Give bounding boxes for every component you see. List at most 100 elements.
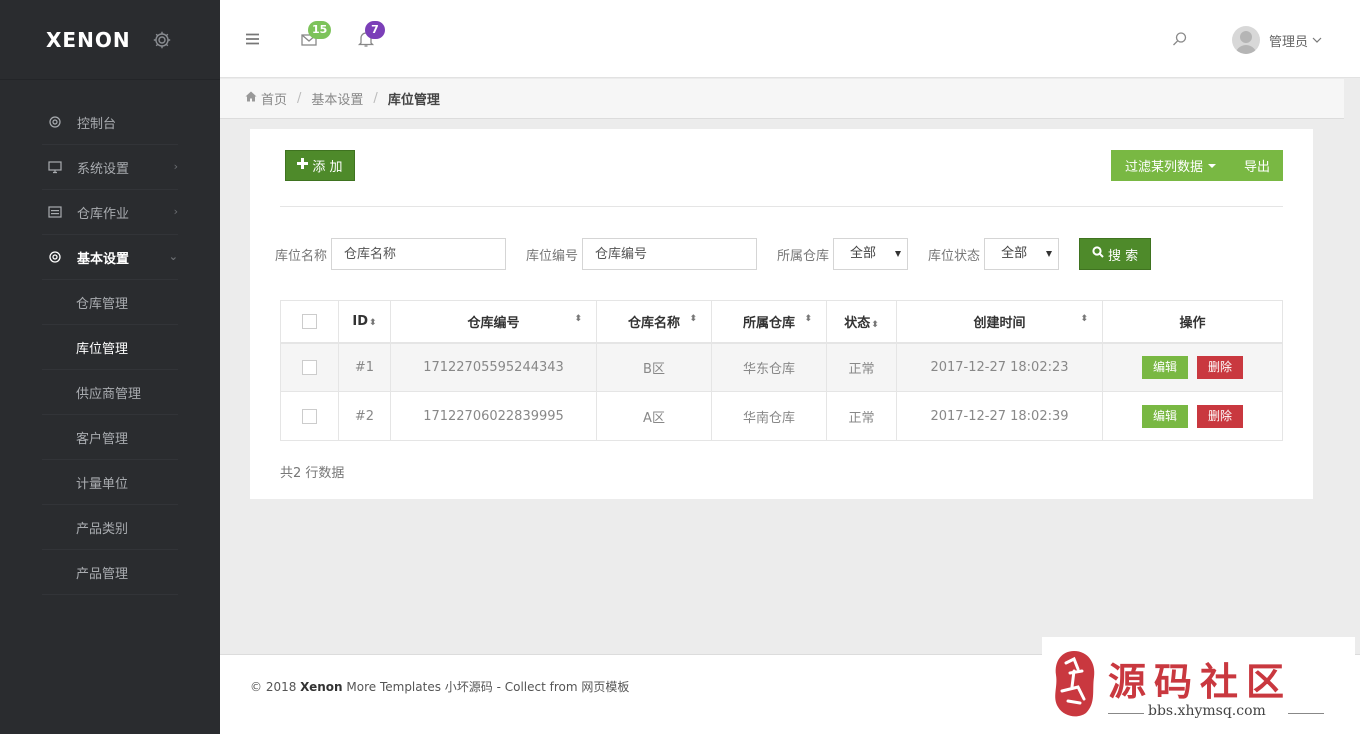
gear-icon bbox=[47, 114, 63, 130]
column-header-id[interactable]: ID⬍ bbox=[338, 300, 391, 344]
column-header-label: 创建时间 bbox=[973, 315, 1026, 331]
cell-name: B区 bbox=[596, 342, 712, 392]
filter-columns-button[interactable]: 过滤某列数据 bbox=[1111, 150, 1230, 181]
sidebar-subitem-label: 产品类别 bbox=[76, 521, 129, 537]
warehouse-label: 所属仓库 bbox=[777, 248, 830, 264]
user-menu[interactable]: 管理员 bbox=[1231, 26, 1322, 54]
column-header-warehouse[interactable]: 所属仓库 ⬍ bbox=[711, 300, 827, 344]
watermark-rule bbox=[1108, 713, 1144, 714]
cell-created: 2017-12-27 18:02:23 bbox=[896, 342, 1103, 392]
sort-icon: ⬍ bbox=[689, 314, 697, 324]
add-button[interactable]: 添 加 bbox=[285, 150, 355, 181]
cell-id: #2 bbox=[338, 391, 391, 441]
sidebar-item-warehouse-ops[interactable]: 仓库作业 › bbox=[42, 190, 178, 235]
warehouse-icon bbox=[47, 204, 63, 220]
breadcrumb-home[interactable]: 首页 bbox=[261, 89, 287, 108]
sidebar-subitem-label: 库位管理 bbox=[76, 341, 129, 357]
table-row: #1 17122705595244343 B区 华东仓库 正常 2017-12-… bbox=[280, 342, 1283, 392]
footer-brand[interactable]: Xenon bbox=[300, 680, 342, 694]
delete-button[interactable]: 删除 bbox=[1197, 355, 1243, 379]
column-header-created[interactable]: 创建时间 ⬍ bbox=[896, 300, 1103, 344]
export-button[interactable]: 导出 bbox=[1230, 150, 1283, 181]
cell-warehouse: 华南仓库 bbox=[711, 391, 827, 441]
breadcrumb-separator: / bbox=[373, 91, 378, 106]
sort-icon: ⬍ bbox=[369, 317, 377, 328]
sidebar-subitem-units[interactable]: 计量单位 bbox=[42, 460, 178, 505]
breadcrumb-parent[interactable]: 基本设置 bbox=[311, 89, 363, 108]
sort-icon: ⬍ bbox=[574, 314, 582, 324]
add-button-label: 添 加 bbox=[312, 160, 343, 175]
sidebar-subitem-location-mgmt[interactable]: 库位管理 bbox=[42, 325, 178, 370]
breadcrumb-current: 库位管理 bbox=[387, 93, 440, 108]
sidebar-subitem-product-mgmt[interactable]: 产品管理 bbox=[42, 550, 178, 595]
sidebar-item-label: 控制台 bbox=[77, 116, 117, 132]
sidebar-nav: 控制台 系统设置 › 仓库作业 › 基本设置 ⌄ 仓库管理 库位管理 供应商管理… bbox=[0, 80, 220, 595]
column-header-label: 操作 bbox=[1179, 315, 1206, 331]
location-code-input[interactable] bbox=[582, 238, 758, 270]
select-all-header bbox=[280, 300, 339, 344]
row-count-summary: 共2 行数据 bbox=[280, 466, 345, 481]
home-icon bbox=[245, 91, 257, 106]
search-icon[interactable] bbox=[1171, 30, 1189, 48]
sidebar-subitem-label: 客户管理 bbox=[76, 431, 129, 447]
edit-button[interactable]: 编辑 bbox=[1142, 404, 1188, 428]
cell-actions: 编辑 删除 bbox=[1102, 342, 1283, 392]
sidebar-subitem-warehouse-mgmt[interactable]: 仓库管理 bbox=[42, 280, 178, 325]
column-header-status[interactable]: 状态⬍ bbox=[826, 300, 897, 344]
row-select-cell bbox=[280, 391, 339, 441]
status-select[interactable]: 全部 bbox=[984, 238, 1060, 270]
notification-button[interactable]: 7 bbox=[357, 21, 385, 48]
column-header-code[interactable]: 仓库编号 ⬍ bbox=[390, 300, 597, 344]
status-label: 库位状态 bbox=[928, 248, 981, 264]
location-name-input[interactable] bbox=[331, 238, 507, 270]
watermark-title: 源码社区 bbox=[1108, 659, 1293, 704]
sidebar-subitem-customer-mgmt[interactable]: 客户管理 bbox=[42, 415, 178, 460]
gear-icon[interactable] bbox=[152, 30, 172, 50]
warehouse-select-value: 全部 bbox=[850, 246, 877, 261]
chevron-down-icon bbox=[1312, 33, 1322, 48]
sidebar-item-system-settings[interactable]: 系统设置 › bbox=[42, 145, 178, 190]
cell-warehouse: 华东仓库 bbox=[711, 342, 827, 392]
location-code-label: 库位编号 bbox=[526, 248, 579, 264]
footer-suffix: More Templates 小坏源码 - Collect from 网页模板 bbox=[342, 680, 630, 694]
watermark-url: bbs.xhymsq.com bbox=[1148, 703, 1266, 719]
cell-status: 正常 bbox=[826, 391, 897, 441]
cell-name: A区 bbox=[596, 391, 712, 441]
select-all-checkbox[interactable] bbox=[302, 313, 317, 329]
location-name-label: 库位名称 bbox=[275, 248, 328, 264]
edit-button[interactable]: 编辑 bbox=[1142, 355, 1188, 379]
sidebar-subitem-supplier-mgmt[interactable]: 供应商管理 bbox=[42, 370, 178, 415]
column-header-label: 仓库名称 bbox=[627, 315, 680, 331]
cell-id: #1 bbox=[338, 342, 391, 392]
table-header-row: ID⬍ 仓库编号 ⬍ 仓库名称 ⬍ 所属仓库 ⬍ 状态⬍ 创建时间 ⬍ 操作 bbox=[280, 300, 1283, 344]
mail-icon bbox=[300, 34, 318, 52]
search-icon bbox=[1092, 246, 1104, 262]
search-button[interactable]: 搜 索 bbox=[1079, 238, 1152, 270]
plus-icon bbox=[297, 158, 309, 173]
mail-count-badge: 15 bbox=[308, 21, 332, 39]
row-checkbox[interactable] bbox=[302, 408, 317, 424]
sidebar-item-label: 仓库作业 bbox=[77, 206, 130, 222]
row-checkbox[interactable] bbox=[302, 359, 317, 375]
watermark: 源码社区 bbs.xhymsq.com bbox=[1042, 637, 1355, 729]
chevron-down-icon: ⌄ bbox=[168, 250, 178, 263]
monitor-icon bbox=[47, 159, 63, 175]
delete-button[interactable]: 删除 bbox=[1197, 404, 1243, 428]
column-header-label: 状态 bbox=[844, 315, 871, 331]
chevron-right-icon: › bbox=[173, 160, 178, 173]
sidebar-item-basic-settings[interactable]: 基本设置 ⌄ bbox=[42, 235, 178, 280]
column-header-name[interactable]: 仓库名称 ⬍ bbox=[596, 300, 712, 344]
sidebar-subitem-product-category[interactable]: 产品类别 bbox=[42, 505, 178, 550]
export-button-label: 导出 bbox=[1243, 160, 1270, 175]
mail-button[interactable]: 15 bbox=[300, 21, 332, 48]
menu-toggle-icon[interactable] bbox=[245, 30, 263, 48]
brand-bar: XENON bbox=[0, 0, 220, 80]
notification-count-badge: 7 bbox=[365, 21, 385, 39]
row-select-cell bbox=[280, 342, 339, 392]
breadcrumb-separator: / bbox=[297, 91, 302, 106]
user-name: 管理员 bbox=[1268, 34, 1308, 50]
warehouse-select[interactable]: 全部 bbox=[833, 238, 909, 270]
cell-created: 2017-12-27 18:02:39 bbox=[896, 391, 1103, 441]
brand-logo[interactable]: XENON bbox=[46, 28, 152, 52]
sidebar-item-dashboard[interactable]: 控制台 bbox=[42, 100, 178, 145]
